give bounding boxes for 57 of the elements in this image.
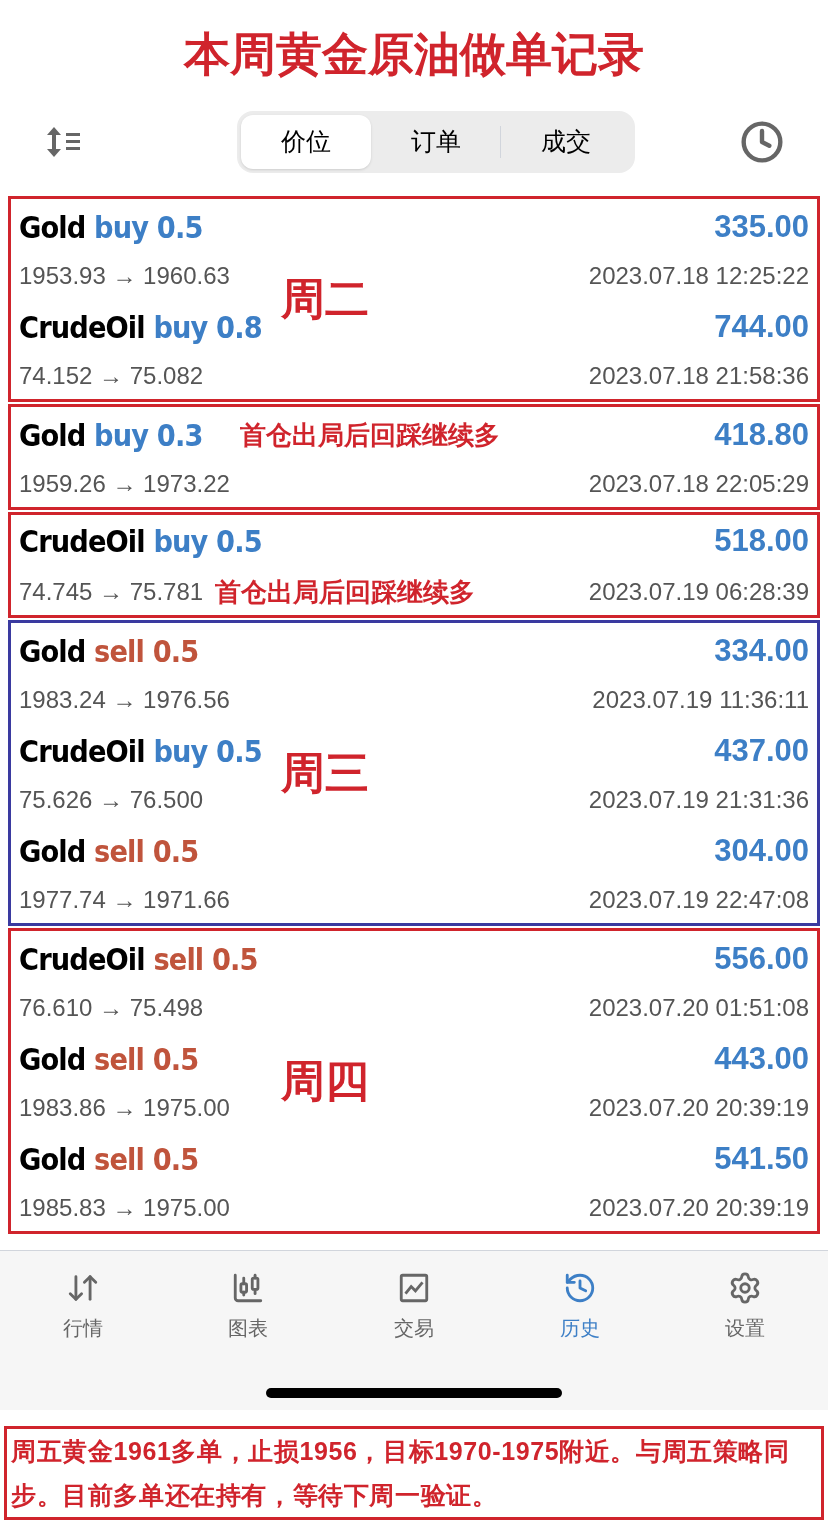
profit-value: 334.00 (714, 631, 809, 670)
trade-symbol: Gold buy 0.3 (19, 415, 203, 455)
profit-value: 556.00 (714, 939, 809, 978)
trade-symbol: Gold buy 0.5 (19, 207, 203, 247)
profit-value: 744.00 (714, 307, 809, 346)
segment-tab[interactable]: 订单 (370, 115, 501, 169)
trade-symbol: CrudeOil buy 0.5 (19, 731, 262, 771)
close-time: 2023.07.19 11:36:11 (592, 685, 809, 716)
close-time: 2023.07.20 20:39:19 (588, 1193, 809, 1224)
close-time: 2023.07.19 22:47:08 (588, 885, 809, 916)
nav-tab[interactable]: 历史 (524, 1271, 635, 1343)
price-range: 1983.86 → 1975.00 (19, 1093, 230, 1124)
close-time: 2023.07.18 21:58:36 (588, 361, 809, 392)
price-range: 74.745 → 75.781 (19, 577, 204, 608)
profit-value: 541.50 (714, 1139, 809, 1178)
trade-symbol: Gold sell 0.5 (19, 831, 199, 871)
profit-value: 304.00 (714, 831, 809, 870)
page-title: 本周黄金原油做单记录 (184, 26, 644, 82)
nav-tab[interactable]: 设置 (690, 1271, 801, 1343)
nav-tab[interactable]: 交易 (359, 1271, 469, 1343)
profit-value: 418.80 (714, 415, 809, 454)
price-range: 1983.24 → 1976.56 (19, 685, 230, 716)
price-range: 74.152 → 75.082 (19, 361, 204, 392)
close-time: 2023.07.19 06:28:39 (588, 577, 809, 608)
close-time: 2023.07.19 21:31:36 (588, 785, 809, 816)
nav-tab[interactable]: 行情 (27, 1271, 138, 1343)
weekday-label: 周四 (281, 1055, 369, 1107)
close-time: 2023.07.18 22:05:29 (588, 469, 809, 500)
profit-value: 518.00 (714, 522, 809, 561)
profit-value: 443.00 (714, 1039, 809, 1078)
trade-symbol: CrudeOil sell 0.5 (19, 939, 258, 979)
trade-symbol: Gold sell 0.5 (19, 1039, 199, 1079)
close-time: 2023.07.18 12:25:22 (588, 261, 809, 292)
close-time: 2023.07.20 01:51:08 (588, 993, 809, 1024)
close-time: 2023.07.20 20:39:19 (588, 1093, 809, 1124)
price-range: 75.626 → 76.500 (19, 785, 204, 816)
annotation-text: 首仓出局后回踩继续多 (239, 418, 500, 452)
segment-tab[interactable]: 价位 (241, 115, 371, 169)
price-range: 1977.74 → 1971.66 (19, 885, 230, 916)
nav-tab[interactable]: 图表 (193, 1271, 304, 1343)
price-range: 76.610 → 75.498 (19, 993, 204, 1024)
trade-symbol: Gold sell 0.5 (19, 631, 199, 671)
price-range: 1959.26 → 1973.22 (19, 469, 230, 500)
line-chart-icon (397, 1271, 431, 1305)
trade-symbol: CrudeOil buy 0.5 (19, 522, 262, 562)
profit-value: 437.00 (714, 731, 809, 770)
summary-note: 周五黄金1961多单，止损1956，目标1970-1975附近。与周五策略同步。目前多单还在持有，等待下周一验证。 (4, 1426, 824, 1520)
clock-icon[interactable] (740, 120, 784, 164)
price-range: 1985.83 → 1975.00 (19, 1193, 230, 1224)
weekday-label: 周二 (281, 273, 369, 325)
profit-value: 335.00 (714, 207, 809, 246)
trade-symbol: CrudeOil buy 0.8 (19, 307, 262, 347)
trade-symbol: Gold sell 0.5 (19, 1139, 199, 1179)
weekday-label: 周三 (281, 747, 369, 799)
segment-tab[interactable]: 成交 (501, 115, 631, 169)
annotation-text: 首仓出局后回踩继续多 (215, 575, 476, 609)
price-range: 1953.93 → 1960.63 (19, 261, 230, 292)
